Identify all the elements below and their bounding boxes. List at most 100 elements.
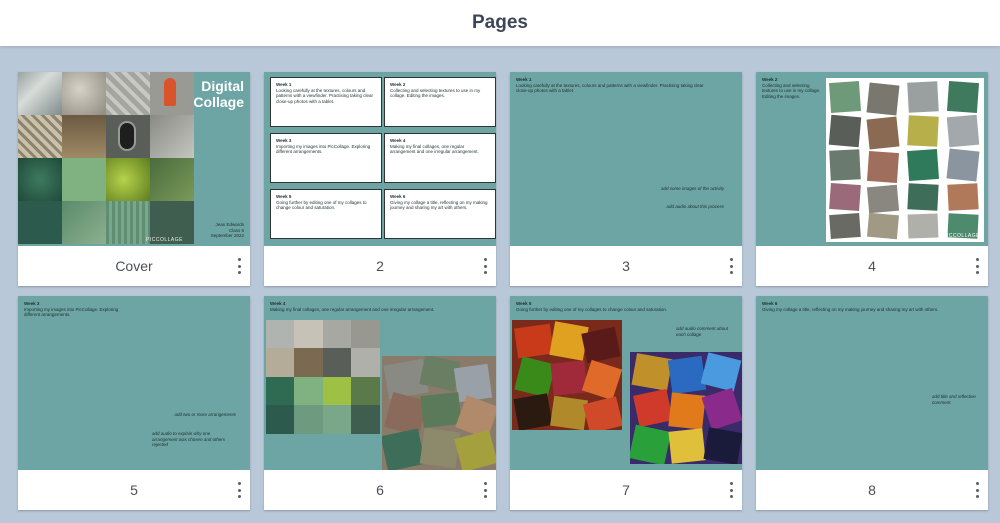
page-label: 8 xyxy=(868,482,876,498)
more-options-icon[interactable] xyxy=(482,258,488,274)
collage-tile xyxy=(62,115,106,158)
page-label: 7 xyxy=(622,482,630,498)
page-card-footer: 2 xyxy=(264,246,496,286)
page-card-footer: Cover xyxy=(18,246,250,286)
collage-tile xyxy=(18,72,62,115)
page-label: 6 xyxy=(376,482,384,498)
page-card-footer: 8 xyxy=(756,470,988,510)
collage-image: PICCOLLAGE xyxy=(826,78,984,242)
more-options-icon[interactable] xyxy=(236,258,242,274)
page-card-footer: 6 xyxy=(264,470,496,510)
page-card-cover[interactable]: PICCOLLAGE Digital Collage Jean Edwards … xyxy=(18,72,250,286)
page-card-3[interactable]: Week 1 Looking carefully at the textures… xyxy=(510,72,742,286)
page-label: 3 xyxy=(622,258,630,274)
week-title: Week 2 xyxy=(390,82,406,87)
week-title: Week 3 xyxy=(24,301,40,306)
piccollage-watermark: PICCOLLAGE xyxy=(943,233,980,239)
placeholder-note: add some images of the activity xyxy=(660,186,724,191)
week-title: Week 6 xyxy=(762,301,778,306)
week-title: Week 1 xyxy=(276,82,292,87)
week-text: Collecting and selecting textures to use… xyxy=(390,87,481,99)
page-card-7[interactable]: Week 5 Going further by editing one of m… xyxy=(510,296,742,510)
cover-date: September 2022 xyxy=(210,233,244,239)
placeholder-note: add audio comment about each collage xyxy=(676,326,729,337)
more-options-icon[interactable] xyxy=(236,482,242,498)
irregular-collage-image xyxy=(382,356,496,470)
week-title: Week 2 xyxy=(762,77,778,82)
week-text: Making my final collages, one regular ar… xyxy=(270,306,435,312)
page-text: Week 3 Importing my images into PicColla… xyxy=(24,301,224,318)
page-thumbnail-cover[interactable]: PICCOLLAGE Digital Collage Jean Edwards … xyxy=(18,72,250,246)
week-text: Looking carefully at the textures, colou… xyxy=(516,82,704,94)
week-box: Week 5 Going further by editing one of my… xyxy=(270,189,382,239)
week-text: Going further by editing one of my colla… xyxy=(276,199,367,211)
week-box: Week 6 Giving my collage a title, reflect… xyxy=(384,189,496,239)
more-options-icon[interactable] xyxy=(728,482,734,498)
page-label: Cover xyxy=(115,258,153,274)
page-card-2[interactable]: Week 1 Looking carefully at the textures,… xyxy=(264,72,496,286)
more-options-icon[interactable] xyxy=(482,482,488,498)
week-text: Looking carefully at the textures, colou… xyxy=(276,87,374,104)
page-card-footer: 5 xyxy=(18,470,250,510)
placeholder-note: add audio about this process xyxy=(666,204,724,209)
collage-tile xyxy=(62,158,106,201)
collage-tile xyxy=(18,115,62,158)
week-text: Making my final collages, one regular ar… xyxy=(390,143,479,155)
week-box: Week 1 Looking carefully at the textures,… xyxy=(270,77,382,127)
page-text: Week 6 Giving my collage a title, reflec… xyxy=(762,301,982,312)
regular-collage-image xyxy=(266,320,380,434)
placeholder-note: add audio to explain why one arrangement… xyxy=(152,431,226,448)
week-title: Week 5 xyxy=(516,301,532,306)
collage-tile xyxy=(62,201,106,244)
week-text: Collecting and selecting textures to use… xyxy=(762,82,821,99)
page-card-4[interactable]: Week 2 Collecting and selecting textures… xyxy=(756,72,988,286)
placeholder-note: add title and reflective comment xyxy=(932,394,976,405)
page-thumbnail-5[interactable]: Week 3 Importing my images into PicColla… xyxy=(18,296,250,470)
pages-grid: PICCOLLAGE Digital Collage Jean Edwards … xyxy=(18,72,988,510)
week-text: Importing my images into PicCollage. Exp… xyxy=(276,143,371,155)
cover-meta: Jean Edwards Class 5 September 2022 xyxy=(211,222,244,239)
page-card-8[interactable]: Week 6 Giving my collage a title, reflec… xyxy=(756,296,988,510)
collage-tile xyxy=(18,201,62,244)
week-box: Week 2 Collecting and selecting textures … xyxy=(384,77,496,127)
week-title: Week 5 xyxy=(276,194,292,199)
cover-title-line1: Digital xyxy=(201,78,244,94)
page-label: 4 xyxy=(868,258,876,274)
page-thumbnail-4[interactable]: Week 2 Collecting and selecting textures… xyxy=(756,72,988,246)
page-thumbnail-3[interactable]: Week 1 Looking carefully at the textures… xyxy=(510,72,742,246)
week-box: Week 3 Importing my images into PicCollag… xyxy=(270,133,382,183)
week-title: Week 4 xyxy=(270,301,286,306)
week-text: Importing my images into PicCollage. Exp… xyxy=(24,306,119,318)
page-text: Week 5 Going further by editing one of m… xyxy=(516,301,736,312)
page-card-5[interactable]: Week 3 Importing my images into PicColla… xyxy=(18,296,250,510)
page-thumbnail-6[interactable]: Week 4 Making my final collages, one reg… xyxy=(264,296,496,470)
page-label: 5 xyxy=(130,482,138,498)
more-options-icon[interactable] xyxy=(728,258,734,274)
cover-title: Digital Collage xyxy=(166,78,244,110)
cover-author: Jean Edwards xyxy=(215,222,244,227)
page-thumbnail-7[interactable]: Week 5 Going further by editing one of m… xyxy=(510,296,742,470)
collage-tile xyxy=(150,158,194,201)
page-text: Week 2 Collecting and selecting textures… xyxy=(762,77,824,99)
week-title: Week 4 xyxy=(390,138,406,143)
week-text: Giving my collage a title, reflecting on… xyxy=(390,199,488,211)
collage-tile xyxy=(150,115,194,158)
piccollage-watermark: PICCOLLAGE xyxy=(146,237,183,243)
collage-tile xyxy=(106,201,150,244)
page-thumbnail-2[interactable]: Week 1 Looking carefully at the textures,… xyxy=(264,72,496,246)
cover-title-line2: Collage xyxy=(193,94,244,110)
app-header: Pages xyxy=(0,0,1000,46)
collage-tile xyxy=(18,158,62,201)
collage-tile xyxy=(106,72,150,115)
page-thumbnail-8[interactable]: Week 6 Giving my collage a title, reflec… xyxy=(756,296,988,470)
more-options-icon[interactable] xyxy=(974,258,980,274)
page-card-6[interactable]: Week 4 Making my final collages, one reg… xyxy=(264,296,496,510)
more-options-icon[interactable] xyxy=(974,482,980,498)
page-label: 2 xyxy=(376,258,384,274)
edited-collage-image xyxy=(512,320,622,430)
page-card-footer: 4 xyxy=(756,246,988,286)
collage-tile xyxy=(62,72,106,115)
week-title: Week 6 xyxy=(390,194,406,199)
page-text: Week 4 Making my final collages, one reg… xyxy=(270,301,490,312)
page-card-footer: 3 xyxy=(510,246,742,286)
